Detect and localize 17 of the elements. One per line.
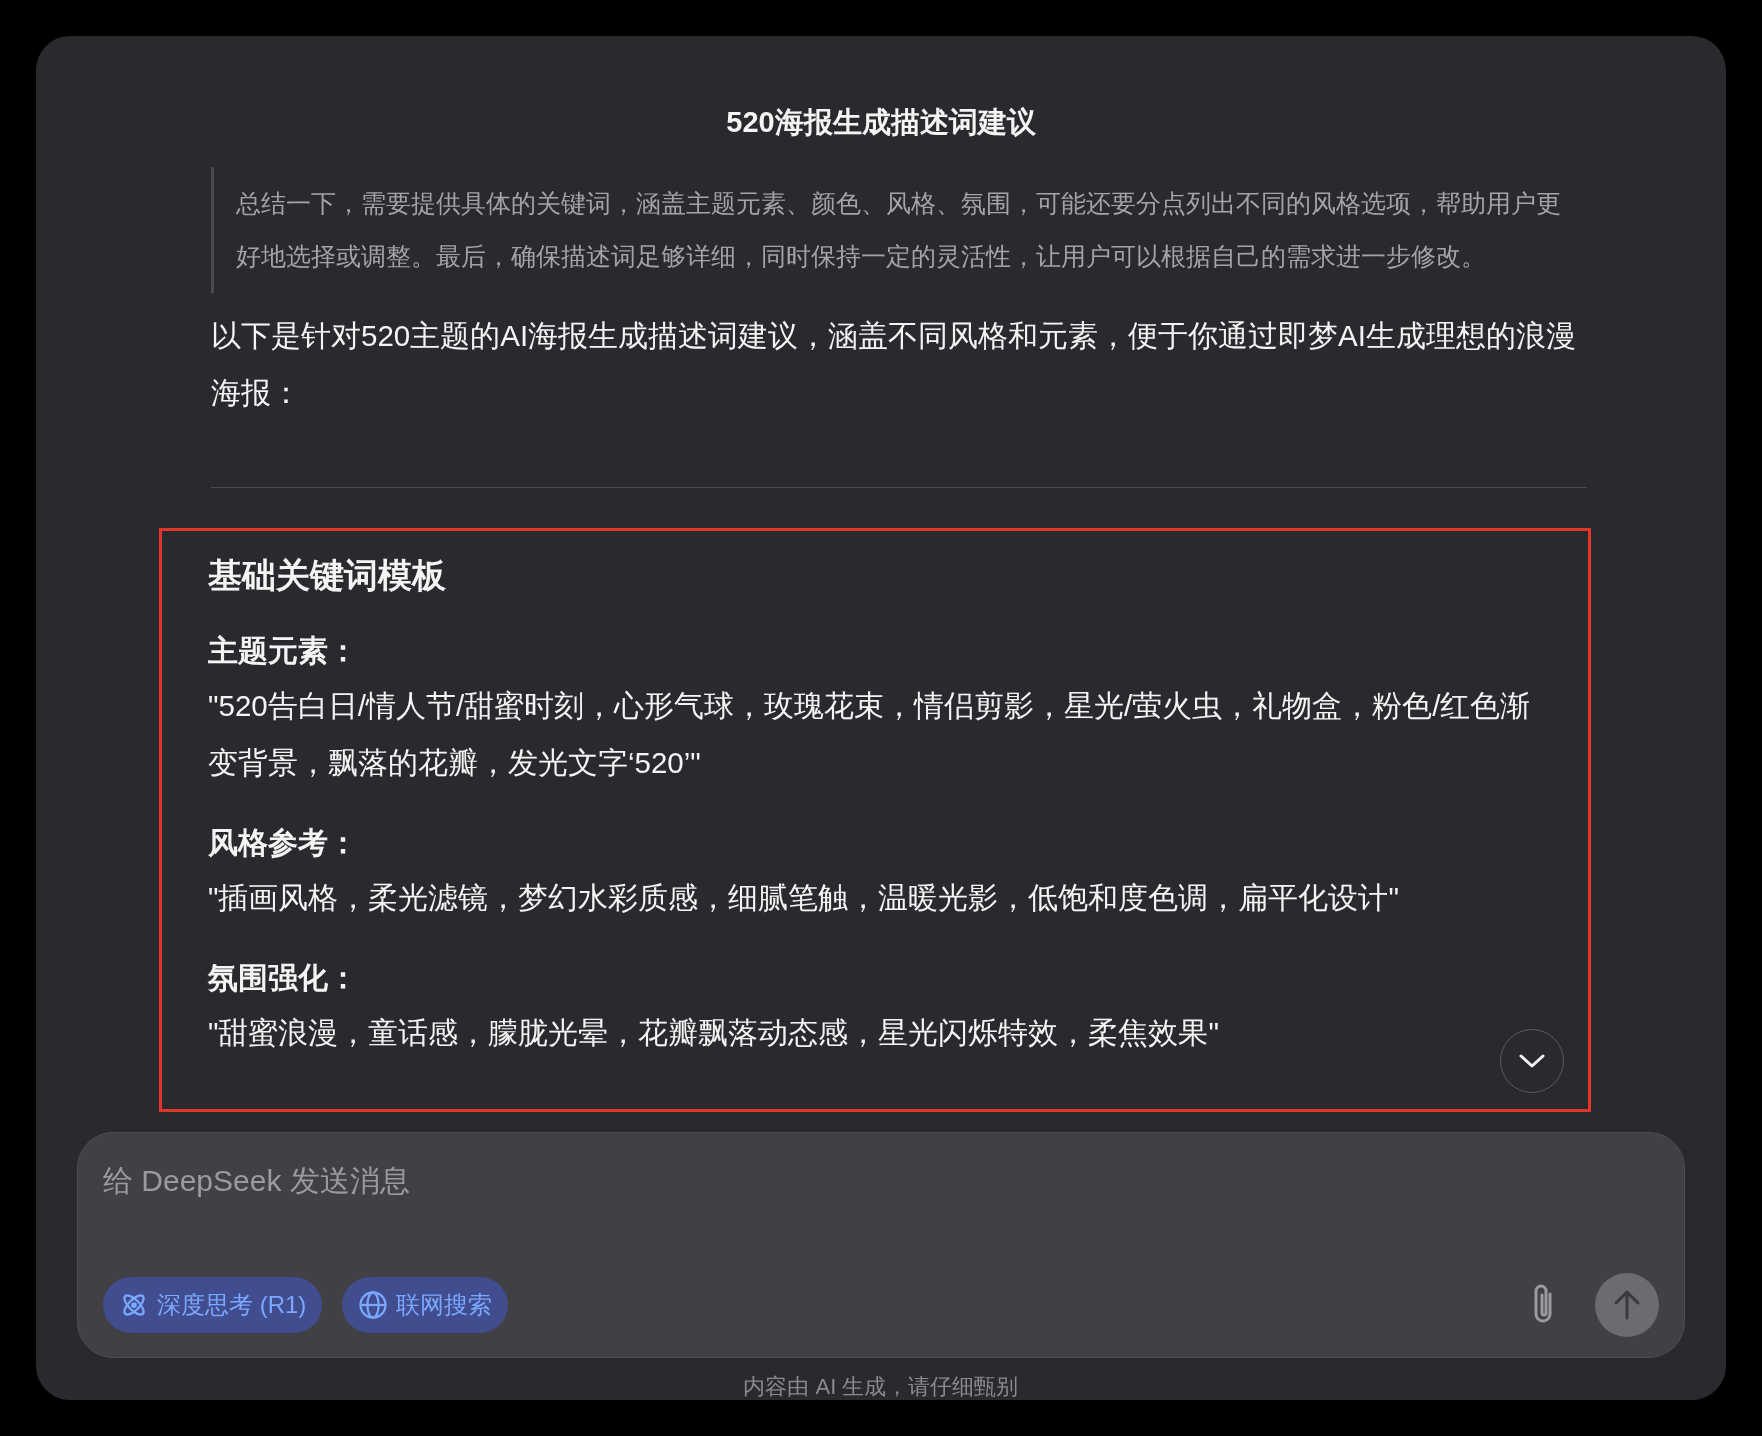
item-text: "520告白日/情人节/甜蜜时刻，心形气球，玫瑰花束，情侣剪影，星光/萤火虫，礼物盒，粉色/红色渐变背景，飘落的花瓣，发光文字‘520’": [208, 688, 1532, 781]
thinking-quote: 总结一下，需要提供具体的关键词，涵盖主题元素、颜色、风格、氛围，可能还要分点列出不同的风格选项，帮助用户更好地选择或调整。最后，确保描述词足够详细，同时保持一定的灵活性，让用户可以根据自己的需求进一步修改。: [236, 188, 1562, 272]
mode-toggle[interactable]: 深度思考 (R1): [103, 1277, 323, 1333]
item-text: "插画风格，柔光滤镜，梦幻水彩质感，细腻笔触，温暖光影，低饱和度色调，扁平化设计": [208, 880, 1400, 916]
item-text: "甜蜜浪漫，童话感，朦胧光晕，花瓣飘落动态感，星光闪烁特效，柔焦效果": [208, 1015, 1220, 1051]
section-heading: 基础关键词模板: [208, 555, 447, 595]
globe-icon: [358, 1290, 389, 1320]
item-label: 主题元素：: [208, 633, 358, 669]
chevron-down-icon: [1518, 1053, 1546, 1069]
message-input[interactable]: 给 DeepSeek 发送消息: [103, 1161, 1659, 1201]
mode-toggle[interactable]: 联网搜索: [342, 1277, 509, 1333]
intro-paragraph: 以下是针对520主题的AI海报生成描述词建议，涵盖不同风格和元素，便于你通过即梦AI生成理想的浪漫海报：: [211, 318, 1577, 411]
arrow-up-icon: [1613, 1289, 1641, 1321]
item-label: 氛围强化：: [208, 960, 358, 996]
disclaimer-text: 内容由 AI 生成，请仔细甄别: [743, 1373, 1019, 1401]
window-title: 520海报生成描述词建议: [726, 108, 1036, 137]
item-label: 风格参考：: [208, 825, 358, 861]
